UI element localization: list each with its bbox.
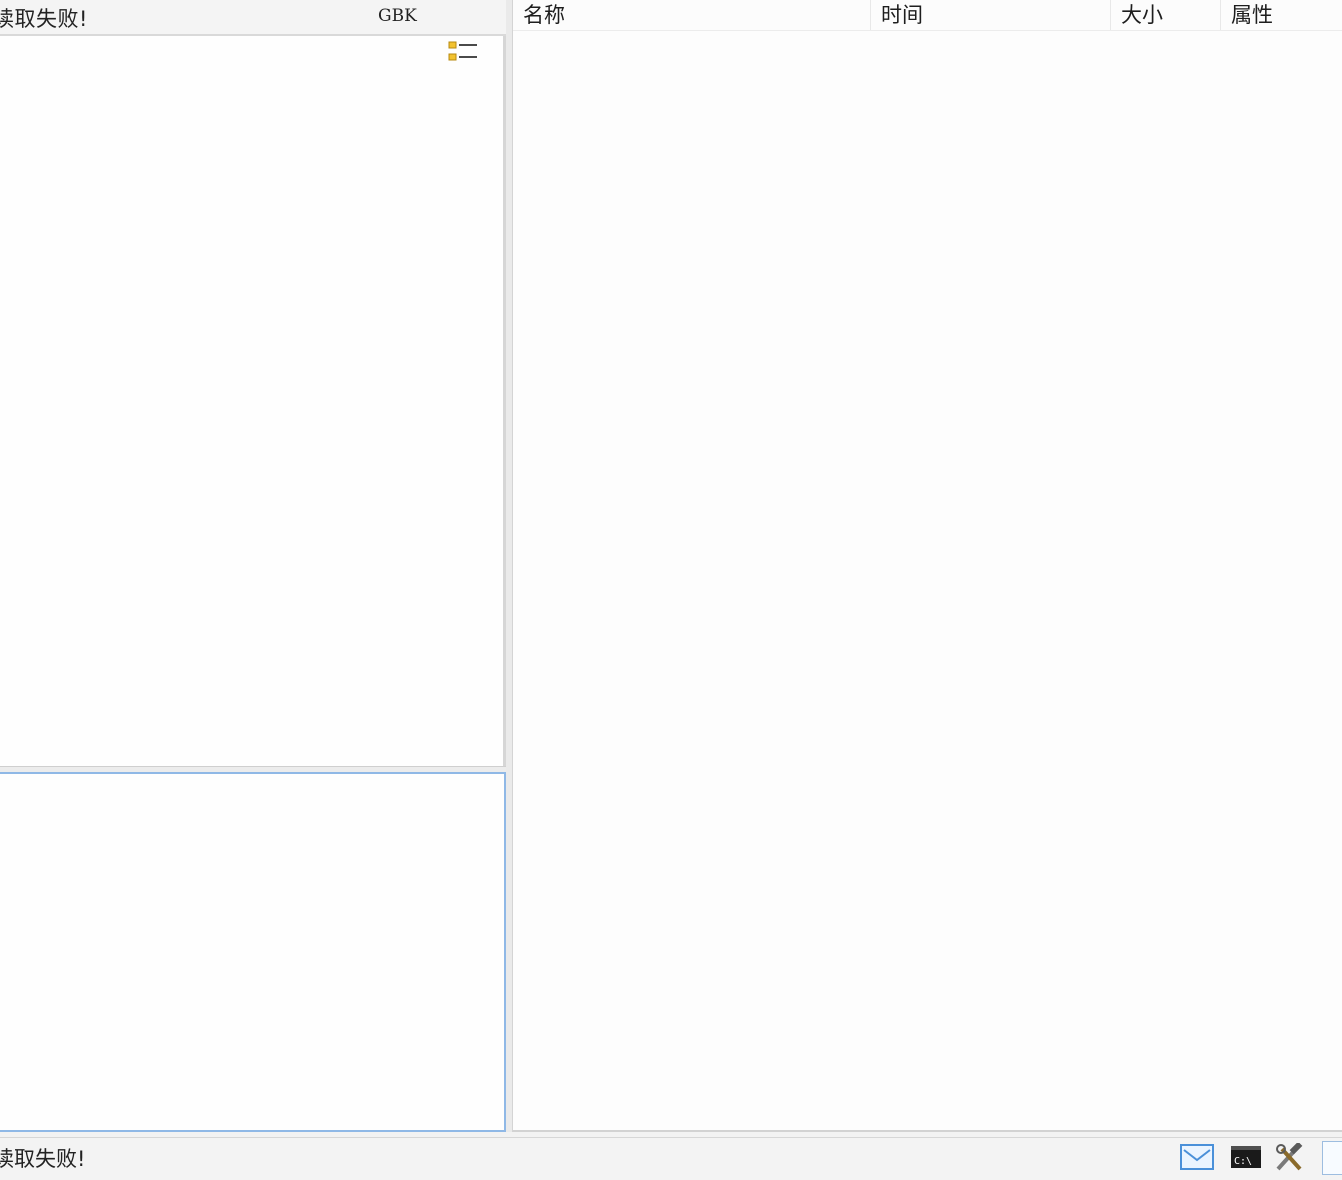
file-list-header: 名称 时间 大小 属性 (513, 0, 1342, 31)
file-list-panel[interactable]: 名称 时间 大小 属性 (512, 0, 1342, 1132)
mail-icon[interactable] (1180, 1143, 1214, 1171)
encoding-selector[interactable]: GBK (378, 6, 417, 26)
status-bar-text: 读取失败! (0, 1147, 86, 1171)
column-header-size[interactable]: 大小 (1111, 0, 1221, 30)
read-status-text: 读取失败! (0, 7, 88, 31)
column-header-name[interactable]: 名称 (513, 0, 871, 30)
svg-text:C:\: C:\ (1234, 1156, 1252, 1167)
directory-tree-panel[interactable] (0, 36, 506, 766)
overflow-toggle-icon[interactable] (1322, 1141, 1342, 1175)
column-header-attributes[interactable]: 属性 (1221, 0, 1342, 30)
status-bar: 读取失败! C:\ (0, 1137, 1342, 1180)
terminal-icon[interactable]: C:\ (1230, 1143, 1262, 1171)
column-header-time[interactable]: 时间 (871, 0, 1111, 30)
app-window: 读取失败! GBK 名称 时间 大小 属性 读取失败! C:\ (0, 0, 1342, 1180)
log-panel[interactable] (0, 772, 506, 1132)
list-view-icon[interactable] (447, 40, 479, 64)
tools-icon[interactable] (1272, 1143, 1306, 1173)
left-pane-header: 读取失败! GBK (0, 0, 506, 36)
